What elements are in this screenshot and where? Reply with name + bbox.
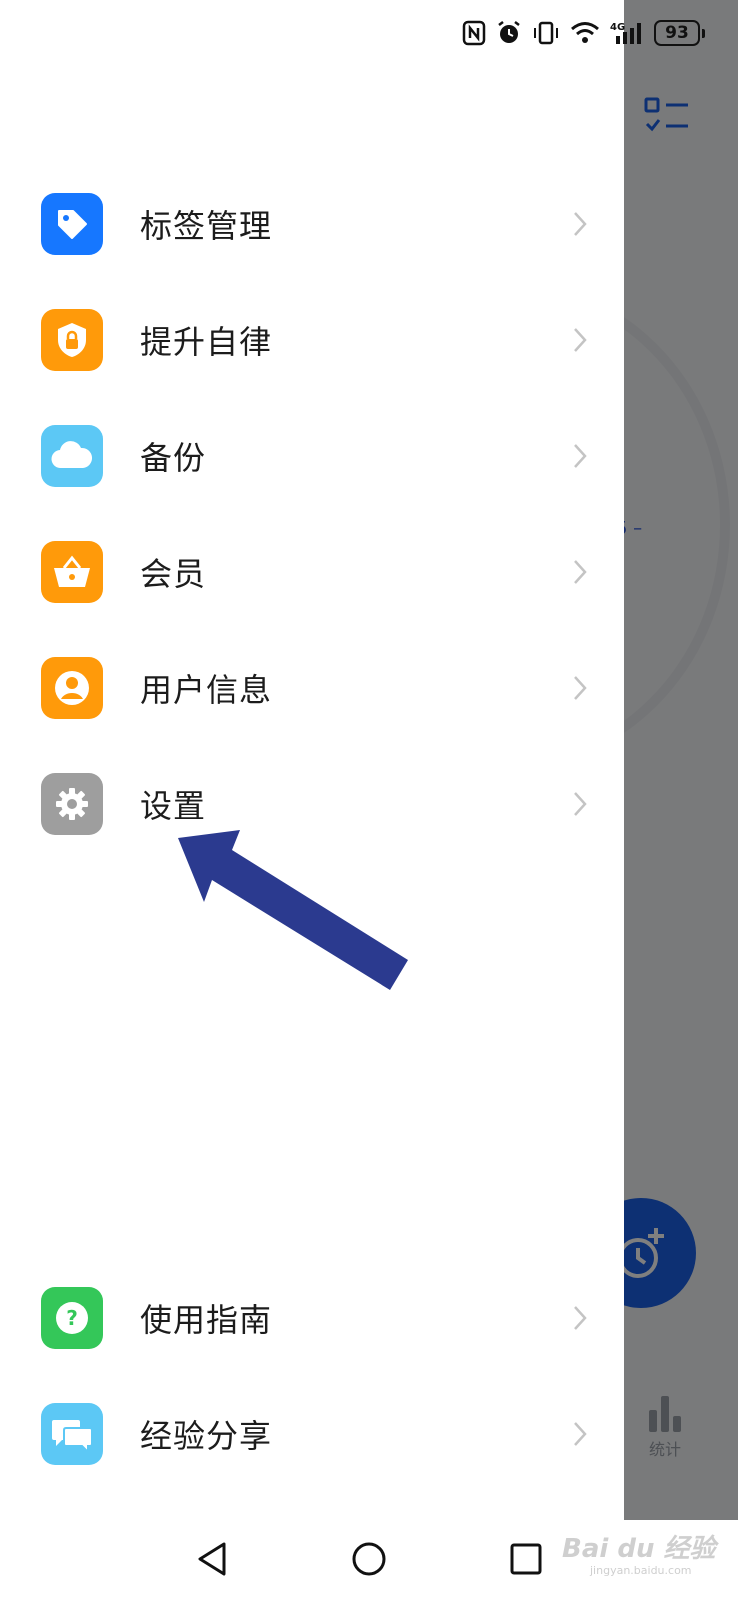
annotation-arrow [178,830,408,990]
watermark-url: jingyan.baidu.com [590,1564,692,1577]
recents-icon[interactable] [508,1540,544,1578]
home-icon[interactable] [350,1540,388,1578]
watermark: Bai du 经验 [562,1534,716,1564]
back-icon[interactable] [194,1540,230,1578]
